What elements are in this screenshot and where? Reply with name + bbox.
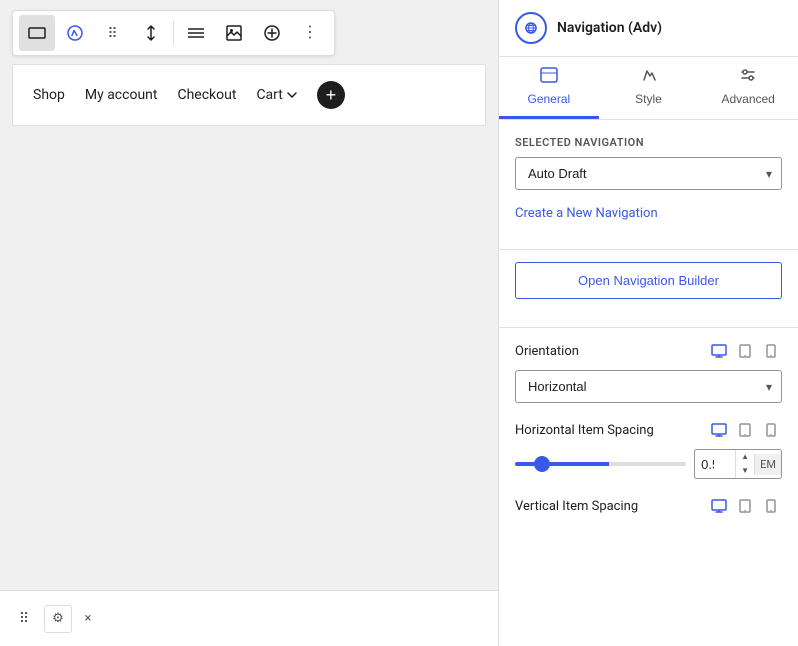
horiz-mobile-icon[interactable]	[760, 419, 782, 441]
add-block-button[interactable]	[254, 15, 290, 51]
panel-icon	[515, 12, 547, 44]
nav-item-myaccount[interactable]: My account	[85, 87, 158, 103]
move-arrows-button[interactable]	[133, 15, 169, 51]
tab-advanced[interactable]: Advanced	[698, 57, 798, 119]
tablet-icon[interactable]	[734, 340, 756, 362]
advanced-tab-icon	[740, 67, 756, 88]
horizontal-spacing-slider[interactable]	[515, 462, 686, 466]
navigation-select-wrapper: Auto Draft Main Navigation Footer Naviga…	[515, 157, 782, 190]
orientation-device-icons	[708, 340, 782, 362]
tab-style-label: Style	[635, 92, 662, 106]
horizontal-spacing-device-icons	[708, 419, 782, 441]
align-button[interactable]	[178, 15, 214, 51]
nav-item-checkout[interactable]: Checkout	[177, 87, 236, 103]
general-tab-icon	[540, 67, 558, 88]
horizontal-spacing-label: Horizontal Item Spacing	[515, 423, 654, 438]
divider-1	[173, 21, 174, 45]
vert-tablet-icon[interactable]	[734, 495, 756, 517]
divider-1	[499, 249, 798, 250]
edit-button[interactable]	[57, 15, 93, 51]
left-panel: ⠿	[0, 0, 498, 646]
add-nav-item-button[interactable]: +	[317, 81, 345, 109]
nav-block: Shop My account Checkout Cart +	[12, 64, 486, 126]
nav-item-cart[interactable]: Cart	[256, 87, 296, 103]
bottom-widget-bar: ⠿ ⚙ ×	[0, 590, 498, 646]
horizontal-spacing-unit: EM	[754, 454, 781, 475]
widget-settings-button[interactable]: ⚙	[44, 605, 72, 633]
vert-mobile-icon[interactable]	[760, 495, 782, 517]
divider-2	[499, 327, 798, 328]
horiz-tablet-icon[interactable]	[734, 419, 756, 441]
block-toolbar: ⠿	[12, 10, 335, 56]
open-navigation-builder-button[interactable]: Open Navigation Builder	[515, 262, 782, 299]
tab-general-label: General	[527, 92, 570, 106]
widget-drag-handle[interactable]: ⠿	[10, 605, 38, 633]
panel-content: SELECTED NAVIGATION Auto Draft Main Navi…	[499, 120, 798, 646]
panel-header: Navigation (Adv)	[499, 0, 798, 57]
horizontal-spacing-number-input[interactable]	[695, 453, 735, 476]
vertical-spacing-label: Vertical Item Spacing	[515, 499, 638, 514]
spin-down-button[interactable]: ▼	[736, 464, 754, 478]
vert-desktop-icon[interactable]	[708, 495, 730, 517]
orientation-select[interactable]: Horizontal Vertical	[515, 370, 782, 403]
tab-advanced-label: Advanced	[721, 92, 774, 106]
horizontal-spacing-spin: ▲ ▼	[735, 450, 754, 478]
mobile-icon[interactable]	[760, 340, 782, 362]
tab-style[interactable]: Style	[599, 57, 699, 119]
orientation-select-wrapper: Horizontal Vertical ▾	[515, 370, 782, 403]
horizontal-spacing-input-group: ▲ ▼ EM	[694, 449, 782, 479]
spin-up-button[interactable]: ▲	[736, 450, 754, 464]
horizontal-spacing-row: Horizontal Item Spacing	[515, 419, 782, 441]
drag-handle-button[interactable]: ⠿	[95, 15, 131, 51]
right-panel: Navigation (Adv) General Style	[498, 0, 798, 646]
horizontal-spacing-slider-row: ▲ ▼ EM	[515, 449, 782, 479]
create-navigation-link[interactable]: Create a New Navigation	[515, 206, 658, 221]
nav-item-shop[interactable]: Shop	[33, 87, 65, 103]
horiz-desktop-icon[interactable]	[708, 419, 730, 441]
content-area	[0, 134, 498, 600]
selected-navigation-label: SELECTED NAVIGATION	[515, 136, 782, 149]
orientation-row: Orientation	[515, 340, 782, 362]
orientation-label: Orientation	[515, 344, 579, 359]
image-button[interactable]	[216, 15, 252, 51]
style-tab-icon	[641, 67, 657, 88]
navigation-select[interactable]: Auto Draft Main Navigation Footer Naviga…	[515, 157, 782, 190]
panel-title: Navigation (Adv)	[557, 20, 662, 36]
vertical-spacing-device-icons	[708, 495, 782, 517]
widget-close-button[interactable]: ×	[78, 609, 98, 629]
more-options-button[interactable]: ⋮	[292, 15, 328, 51]
desktop-icon[interactable]	[708, 340, 730, 362]
horizontal-spacing-slider-container	[515, 454, 686, 474]
block-button[interactable]	[19, 15, 55, 51]
vertical-spacing-row: Vertical Item Spacing	[515, 495, 782, 517]
panel-tabs: General Style Advanced	[499, 57, 798, 120]
tab-general[interactable]: General	[499, 57, 599, 119]
